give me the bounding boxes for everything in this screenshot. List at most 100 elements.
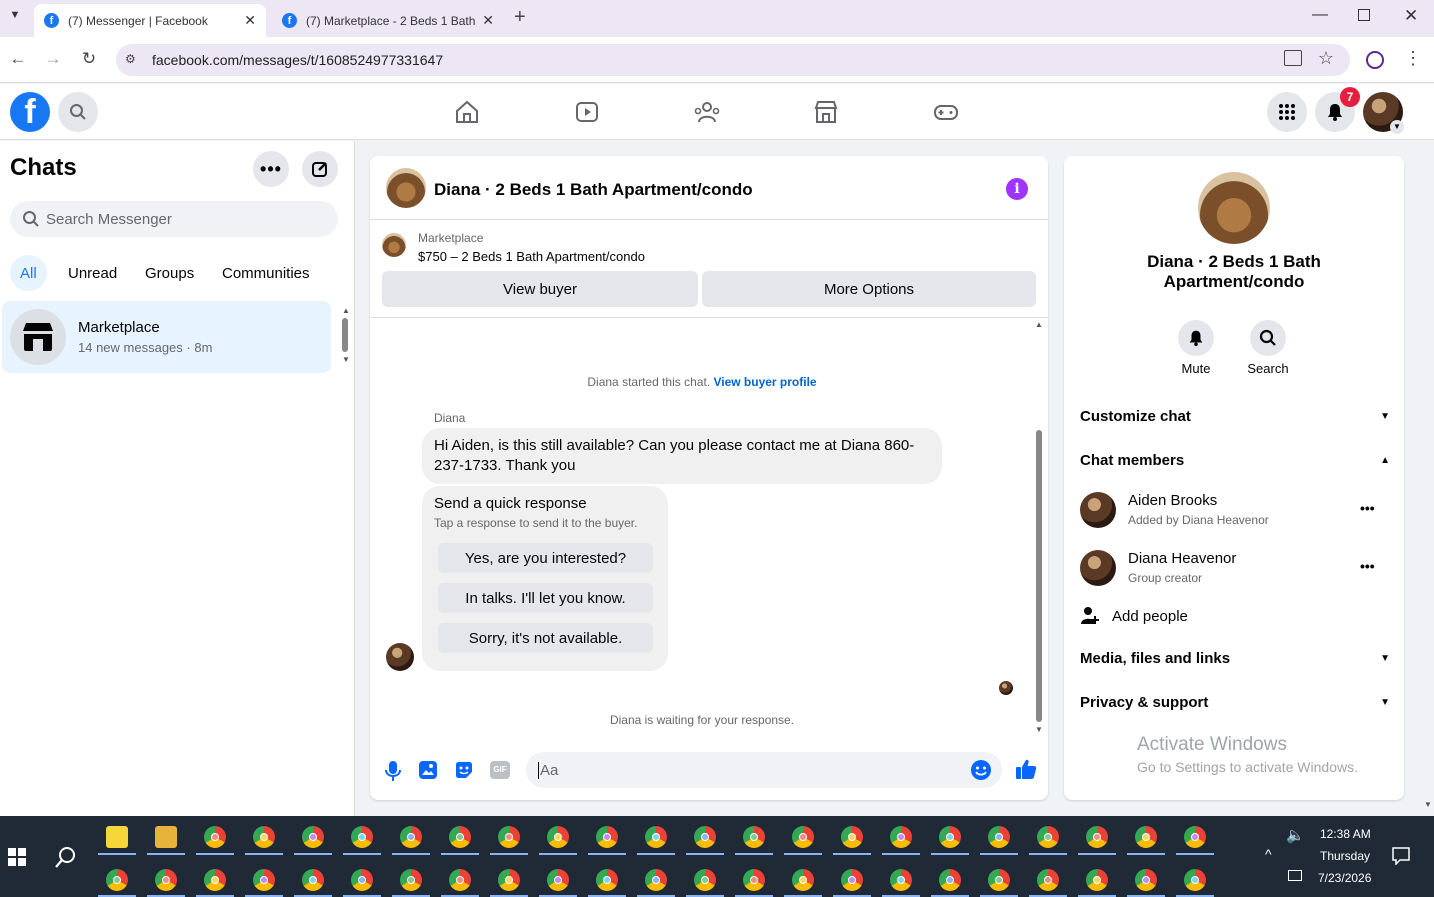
close-tab-icon[interactable]: ✕ [244, 12, 256, 29]
groups-icon[interactable] [693, 98, 721, 126]
photo-icon[interactable] [418, 760, 438, 780]
mute-button[interactable] [1178, 320, 1214, 356]
messages-scrollbar[interactable]: ▲ ▼ [1034, 320, 1044, 734]
search-button[interactable] [58, 92, 98, 132]
chrome-taskbar-icon[interactable] [1086, 869, 1108, 891]
messenger-search[interactable]: Search Messenger [10, 201, 338, 237]
customize-chat-section[interactable]: Customize chat ▼ [1080, 408, 1390, 425]
chrome-taskbar-icon[interactable] [890, 869, 912, 891]
chrome-taskbar-icon[interactable] [204, 869, 226, 891]
chrome-taskbar-icon[interactable] [841, 826, 863, 848]
bookmark-star-icon[interactable]: ☆ [1318, 48, 1334, 69]
member-options-icon[interactable]: ••• [1360, 558, 1375, 574]
add-people-button[interactable]: Add people [1080, 606, 1188, 626]
close-window-button[interactable]: ✕ [1404, 6, 1418, 26]
windows-start-icon[interactable] [8, 848, 26, 866]
conversation-title[interactable]: Diana · 2 Beds 1 Bath Apartment/condo [434, 180, 753, 200]
media-files-links-section[interactable]: Media, files and links ▼ [1080, 650, 1390, 667]
chrome-taskbar-icon[interactable] [792, 869, 814, 891]
close-tab-icon[interactable]: ✕ [482, 12, 494, 29]
chrome-taskbar-icon[interactable] [155, 826, 177, 848]
chrome-taskbar-icon[interactable] [498, 826, 520, 848]
clock-day[interactable]: Thursday [1320, 849, 1370, 863]
chrome-taskbar-icon[interactable] [253, 869, 275, 891]
chrome-taskbar-icon[interactable] [939, 826, 961, 848]
chrome-taskbar-icon[interactable] [351, 826, 373, 848]
chat-list-item-marketplace[interactable]: Marketplace 14 new messages · 8m [2, 301, 331, 373]
chrome-taskbar-icon[interactable] [743, 826, 765, 848]
chrome-taskbar-icon[interactable] [253, 826, 275, 848]
video-icon[interactable] [573, 98, 601, 126]
search-conversation-button[interactable] [1250, 320, 1286, 356]
chrome-taskbar-icon[interactable] [351, 869, 373, 891]
chrome-taskbar-icon[interactable] [988, 826, 1010, 848]
facebook-logo[interactable]: f [10, 92, 50, 132]
privacy-support-section[interactable]: Privacy & support ▼ [1080, 694, 1390, 711]
tab-search-icon[interactable]: ▼ [6, 9, 24, 27]
forward-icon[interactable]: → [42, 49, 64, 69]
notification-center-icon[interactable] [1392, 847, 1410, 865]
page-scroll-down-icon[interactable]: ▼ [1424, 800, 1432, 809]
chrome-taskbar-icon[interactable] [890, 826, 912, 848]
gif-icon[interactable]: GIF [490, 761, 510, 779]
emoji-icon[interactable] [970, 759, 992, 781]
chrome-taskbar-icon[interactable] [547, 826, 569, 848]
url-input[interactable]: ⚙ facebook.com/messages/t/16085249773316… [116, 44, 1350, 76]
filter-communities[interactable]: Communities [212, 255, 320, 291]
like-icon[interactable] [1015, 758, 1037, 780]
home-icon[interactable] [453, 98, 481, 126]
chrome-taskbar-icon[interactable] [1135, 826, 1157, 848]
back-icon[interactable]: ← [7, 49, 29, 69]
more-options-button[interactable]: More Options [702, 271, 1036, 307]
chrome-taskbar-icon[interactable] [204, 826, 226, 848]
quick-response-in-talks[interactable]: In talks. I'll let you know. [438, 583, 653, 613]
info-icon[interactable]: i [1006, 178, 1028, 200]
minimize-button[interactable]: — [1312, 6, 1328, 24]
taskbar-search-icon[interactable] [55, 846, 77, 868]
message-bubble[interactable]: Hi Aiden, is this still available? Can y… [422, 428, 942, 484]
chrome-taskbar-icon[interactable] [1086, 826, 1108, 848]
listing-avatar[interactable] [386, 168, 426, 208]
chrome-taskbar-icon[interactable] [645, 826, 667, 848]
restore-button[interactable] [1358, 9, 1370, 21]
chrome-taskbar-icon[interactable] [1037, 869, 1059, 891]
site-info-icon[interactable]: ⚙ [125, 52, 141, 68]
chrome-taskbar-icon[interactable] [841, 869, 863, 891]
chats-options-button[interactable]: ••• [253, 151, 289, 187]
chrome-taskbar-icon[interactable] [155, 869, 177, 891]
chrome-taskbar-icon[interactable] [694, 869, 716, 891]
chrome-taskbar-icon[interactable] [596, 869, 618, 891]
quick-response-not-available[interactable]: Sorry, it's not available. [438, 623, 653, 653]
chrome-taskbar-icon[interactable] [1135, 869, 1157, 891]
gaming-icon[interactable] [932, 98, 960, 126]
marketplace-icon[interactable] [812, 98, 840, 126]
microphone-icon[interactable] [384, 760, 402, 782]
view-buyer-profile-link[interactable]: View buyer profile [713, 375, 816, 389]
new-tab-button[interactable]: + [514, 6, 526, 29]
new-message-button[interactable] [302, 151, 338, 187]
profile-icon[interactable] [1366, 51, 1384, 69]
show-hidden-icons[interactable]: ^ [1265, 846, 1272, 862]
clock-time[interactable]: 12:38 AM [1320, 827, 1371, 841]
tab-messenger[interactable]: f (7) Messenger | Facebook ✕ [34, 4, 266, 37]
chat-members-section[interactable]: Chat members ▲ [1080, 452, 1390, 469]
volume-icon[interactable]: 🔈 [1286, 826, 1305, 844]
chrome-taskbar-icon[interactable] [106, 869, 128, 891]
member-options-icon[interactable]: ••• [1360, 500, 1375, 516]
chrome-taskbar-icon[interactable] [1037, 826, 1059, 848]
chrome-taskbar-icon[interactable] [400, 826, 422, 848]
tab-marketplace[interactable]: f (7) Marketplace - 2 Beds 1 Bath ✕ [272, 4, 504, 37]
chrome-taskbar-icon[interactable] [939, 869, 961, 891]
chrome-taskbar-icon[interactable] [449, 869, 471, 891]
chrome-taskbar-icon[interactable] [498, 869, 520, 891]
member-avatar[interactable] [1080, 550, 1116, 586]
chrome-taskbar-icon[interactable] [988, 869, 1010, 891]
quick-response-yes[interactable]: Yes, are you interested? [438, 543, 653, 573]
chrome-taskbar-icon[interactable] [1184, 869, 1206, 891]
reload-icon[interactable]: ↻ [78, 49, 100, 69]
chrome-taskbar-icon[interactable] [694, 826, 716, 848]
chrome-taskbar-icon[interactable] [547, 869, 569, 891]
browser-menu-icon[interactable]: ⋮ [1404, 48, 1422, 69]
member-name[interactable]: Aiden Brooks [1128, 492, 1217, 509]
menu-button[interactable] [1267, 92, 1307, 132]
